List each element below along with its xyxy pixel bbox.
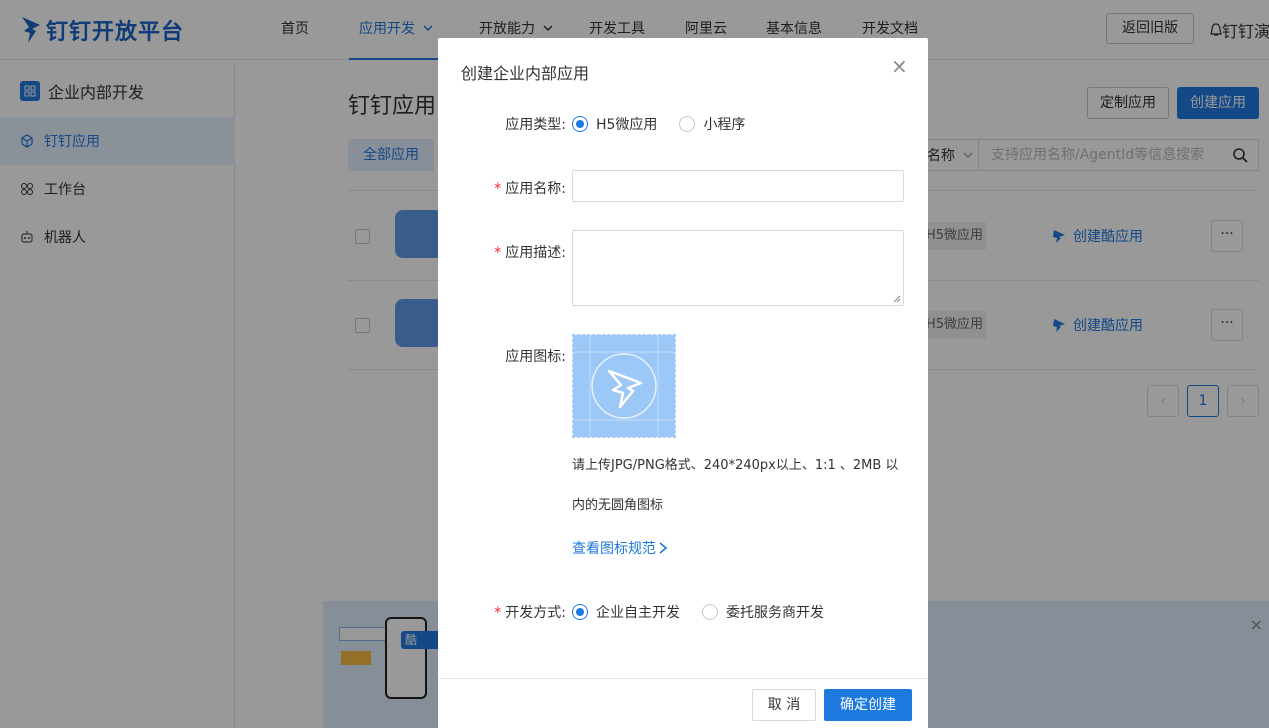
dev-mode-label: * 开发方式: <box>494 602 566 622</box>
icon-hint-line2: 内的无圆角图标 <box>572 498 664 513</box>
confirm-create-button[interactable]: 确定创建 <box>824 689 912 721</box>
app-name-label-text: 应用名称: <box>505 181 566 197</box>
chevron-right-icon <box>659 542 668 554</box>
app-type-radio-group: H5微应用 小程序 <box>572 114 767 134</box>
app-icon-upload[interactable] <box>572 334 676 438</box>
radio-provider-develop[interactable]: 委托服务商开发 <box>702 602 824 622</box>
radio-button-selected[interactable] <box>572 116 588 132</box>
app-icon-label: 应用图标: <box>505 349 566 365</box>
radio-button[interactable] <box>679 116 696 132</box>
radio-button-selected[interactable] <box>572 604 588 620</box>
radio-label: 小程序 <box>703 117 746 133</box>
dev-mode-radio-group: 企业自主开发 委托服务商开发 <box>572 602 846 622</box>
close-icon[interactable]: × <box>891 56 908 76</box>
divider <box>438 678 928 679</box>
icon-hint-line1: 请上传JPG/PNG格式、240*240px以上、1:1 、2MB 以 <box>572 458 899 473</box>
radio-mini-program[interactable]: 小程序 <box>679 114 745 134</box>
app-type-label: 应用类型: <box>505 117 566 133</box>
dingtalk-app-icon <box>573 335 675 437</box>
app-desc-label: * 应用描述: <box>494 242 566 262</box>
app-name-label: * 应用名称: <box>494 178 566 198</box>
dialog-title: 创建企业内部应用 <box>461 64 590 83</box>
radio-label: 委托服务商开发 <box>726 605 824 621</box>
radio-label: 企业自主开发 <box>596 605 680 621</box>
icon-spec-link[interactable]: 查看图标规范 <box>572 538 668 558</box>
radio-label: H5微应用 <box>596 117 658 133</box>
radio-h5-app[interactable]: H5微应用 <box>572 114 657 134</box>
radio-self-develop[interactable]: 企业自主开发 <box>572 602 680 622</box>
required-mark: * <box>494 181 502 197</box>
app-desc-label-text: 应用描述: <box>505 245 566 261</box>
dev-mode-label-text: 开发方式: <box>505 605 566 621</box>
required-mark: * <box>494 245 502 261</box>
resize-handle-icon[interactable] <box>893 295 901 303</box>
create-app-dialog: 创建企业内部应用 × 应用类型: H5微应用 小程序 * 应用名称: * 应用描述:… <box>438 38 928 728</box>
radio-button[interactable] <box>702 604 718 620</box>
icon-spec-link-label: 查看图标规范 <box>572 541 656 557</box>
app-desc-textarea[interactable] <box>572 230 904 306</box>
required-mark: * <box>494 605 502 621</box>
cancel-button[interactable]: 取 消 <box>752 689 816 721</box>
app-name-input[interactable] <box>572 170 904 202</box>
